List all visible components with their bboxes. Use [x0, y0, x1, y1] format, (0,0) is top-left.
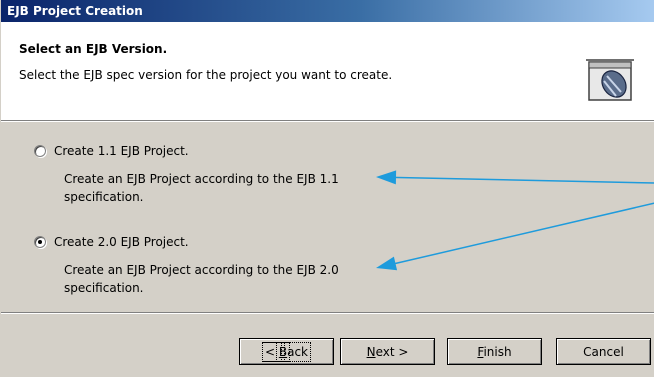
- ejb-jar-icon: [586, 59, 634, 101]
- title-bar: EJB Project Creation: [1, 0, 654, 22]
- desc-line: specification.: [64, 190, 144, 204]
- radio-ejb-1-1[interactable]: [34, 145, 46, 157]
- desc-line: Create an EJB Project according to the E…: [64, 172, 339, 186]
- radio-ejb-2-0[interactable]: [34, 236, 46, 248]
- desc-line: specification.: [64, 281, 144, 295]
- cancel-button[interactable]: Cancel: [556, 338, 651, 365]
- cancel-label: Cancel: [583, 344, 624, 359]
- back-button[interactable]: < Back: [239, 338, 334, 365]
- desc-line: Create an EJB Project according to the E…: [64, 263, 339, 277]
- page-description: Select the EJB spec version for the proj…: [19, 68, 393, 82]
- option-ejb-2-0-description: Create an EJB Project according to the E…: [64, 261, 364, 297]
- option-ejb-2-0[interactable]: Create 2.0 EJB Project.: [34, 235, 189, 249]
- option-ejb-1-1[interactable]: Create 1.1 EJB Project.: [34, 144, 189, 158]
- finish-label-rest: inish: [483, 344, 512, 359]
- back-label-rest: ack: [284, 341, 311, 362]
- next-mnemonic: N: [366, 344, 376, 359]
- next-button[interactable]: Next >: [340, 338, 435, 365]
- wizard-header: Select an EJB Version. Select the EJB sp…: [1, 22, 654, 121]
- content-area: Create 1.1 EJB Project. Create an EJB Pr…: [1, 122, 654, 312]
- back-prefix: <: [262, 341, 282, 362]
- radio-ejb-2-0-label[interactable]: Create 2.0 EJB Project.: [54, 235, 189, 249]
- back-mnemonic: B: [275, 341, 291, 362]
- option-ejb-1-1-description: Create an EJB Project according to the E…: [64, 170, 364, 206]
- page-title: Select an EJB Version.: [19, 42, 168, 56]
- next-label-rest: ext >: [375, 344, 409, 359]
- ejb-project-creation-dialog: EJB Project Creation Select an EJB Versi…: [0, 0, 654, 377]
- radio-ejb-1-1-label[interactable]: Create 1.1 EJB Project.: [54, 144, 189, 158]
- button-bar: < Back Next > Finish Cancel: [1, 314, 654, 377]
- finish-button[interactable]: Finish: [447, 338, 542, 365]
- window-title: EJB Project Creation: [7, 4, 143, 18]
